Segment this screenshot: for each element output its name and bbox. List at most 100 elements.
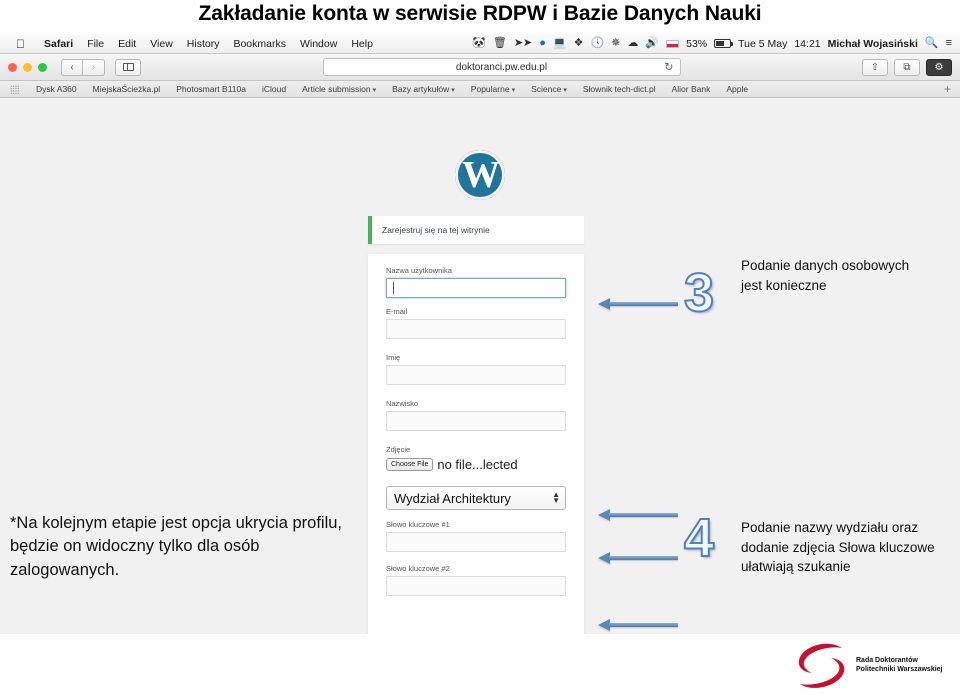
lastname-input[interactable] (386, 411, 566, 431)
bookmark-icloud[interactable]: iCloud (254, 84, 294, 94)
left-side-note: *Na kolejnym etapie jest opcja ukrycia p… (10, 512, 362, 582)
fast-forward-icon[interactable]: ➤➤ (514, 38, 532, 49)
bookmark-photosmart[interactable]: Photosmart B110a (168, 84, 254, 94)
bookmark-dysk-a360[interactable]: Dysk A360 (28, 84, 85, 94)
chevron-down-icon: ▼ (552, 496, 560, 505)
keyword-1-input[interactable] (386, 532, 566, 552)
field-photo: Zdjęcie Choose File no file...lected (386, 445, 566, 472)
wordpress-logo: W (455, 150, 505, 200)
back-button[interactable]: ‹ (61, 58, 83, 76)
menu-item-bookmarks[interactable]: Bookmarks (226, 38, 293, 50)
sidebar-toggle-button[interactable] (115, 58, 141, 76)
bookmark-label: Bazy artykułów (392, 84, 450, 94)
shredder-icon[interactable]: 🗑 (493, 38, 507, 49)
keyword-2-input[interactable] (386, 576, 566, 596)
bookmark-label: Popularne (470, 84, 510, 94)
email-input[interactable] (386, 319, 566, 339)
window-controls[interactable] (0, 62, 47, 72)
field-keyword-1: Słowo kluczowe #1 (386, 520, 566, 552)
faculty-select[interactable]: Wydział Architektury ▲ ▼ (386, 486, 566, 510)
reload-icon[interactable]: ↻ (664, 61, 673, 74)
arrow-shaft (609, 513, 678, 517)
bookmark-label: Science (531, 84, 562, 94)
menubar-user-name[interactable]: Michał Wojasiński (828, 38, 918, 50)
field-label: E-mail (386, 307, 408, 316)
step-number-4: 4 (683, 508, 715, 568)
minimize-window-button[interactable] (23, 62, 32, 72)
arrow-shaft (609, 556, 678, 560)
field-lastname: Nazwisko (386, 399, 566, 431)
bookmark-article-submission[interactable]: Article submission ▾ (294, 84, 384, 94)
bookmark-miejskasciezka[interactable]: MiejskaŚcieżka.pl (85, 84, 169, 94)
menu-item-edit[interactable]: Edit (111, 38, 143, 50)
bookmark-science[interactable]: Science ▾ (523, 84, 575, 94)
username-input[interactable] (386, 278, 566, 298)
annotation-arrow-3 (598, 298, 678, 310)
apple-icon[interactable]:  (16, 38, 25, 50)
menu-item-file[interactable]: File (80, 38, 111, 50)
blue-circle-icon[interactable]: ● (539, 38, 546, 49)
forward-button[interactable]: › (83, 58, 105, 76)
arrow-shaft (609, 302, 678, 306)
maximize-window-button[interactable] (38, 62, 47, 72)
menu-item-help[interactable]: Help (344, 38, 380, 50)
bookmark-bazy-artykulow[interactable]: Bazy artykułów ▾ (384, 84, 463, 94)
field-label: Nazwisko (386, 399, 419, 408)
chevron-down-icon: ▾ (511, 87, 516, 94)
arrow-shaft (609, 623, 678, 627)
polish-flag-icon[interactable] (666, 39, 680, 48)
search-icon[interactable]: 🔍 (925, 38, 939, 49)
evernote-icon[interactable]: 🐼 (472, 38, 486, 49)
faculty-selected-value: Wydział Architektury (394, 490, 511, 506)
bookmark-popularne[interactable]: Popularne ▾ (463, 84, 523, 94)
slide-root: Zakładanie konta w serwisie RDPW i Bazie… (0, 0, 960, 699)
menu-item-view[interactable]: View (143, 38, 180, 50)
notification-center-icon[interactable]: ≡ (946, 38, 952, 49)
footer-logo: Rada Doktorantów Politechniki Warszawski… (790, 640, 955, 695)
close-window-button[interactable] (8, 62, 17, 72)
file-status-text: no file...lected (437, 457, 518, 472)
bookmark-apple[interactable]: Apple (718, 84, 756, 94)
bookmark-alior-bank[interactable]: Alior Bank (664, 84, 719, 94)
add-bookmark-icon[interactable]: + (944, 82, 960, 96)
photo-label: Zdjęcie (386, 445, 411, 454)
annotation-arrow-4c (598, 619, 678, 631)
choose-file-button[interactable]: Choose File (386, 458, 434, 471)
chevron-down-icon: ▾ (372, 87, 377, 94)
field-keyword-2: Słowo kluczowe #2 (386, 564, 566, 596)
toolbar-right-buttons: ⇧ ⧉ ⚙ (862, 58, 960, 76)
bookmark-label: Article submission (302, 84, 371, 94)
wifi-icon[interactable]: ☁ (627, 38, 638, 49)
airplay-icon[interactable]: 💻 (553, 38, 567, 49)
settings-button[interactable]: ⚙ (926, 58, 952, 76)
menu-item-history[interactable]: History (180, 38, 227, 50)
step-3-description: Podanie danych osobowych jest konieczne (741, 256, 931, 295)
show-tabs-button[interactable]: ⧉ (894, 58, 920, 76)
share-button[interactable]: ⇧ (862, 58, 888, 76)
file-input-row[interactable]: Choose File no file...lected (386, 457, 566, 472)
clock-icon[interactable]: 🕔 (590, 38, 604, 49)
navigation-buttons: ‹ › (61, 58, 105, 76)
field-label: Słowo kluczowe #1 (386, 520, 450, 529)
annotation-arrow-4a (598, 509, 678, 521)
step-number-3: 3 (683, 263, 715, 323)
bookmark-slownik-tech-dict[interactable]: Słownik tech-dict.pl (575, 84, 664, 94)
field-label: Słowo kluczowe #2 (386, 564, 450, 573)
firstname-input[interactable] (386, 365, 566, 385)
field-label: Imię (386, 353, 401, 362)
rada-doktorantow-logo-icon (798, 643, 845, 688)
menubar-date: Tue 5 May (738, 37, 788, 50)
apps-grid-icon[interactable] (10, 84, 19, 94)
menu-item-window[interactable]: Window (293, 38, 344, 50)
bluetooth-icon[interactable]: ✵ (611, 38, 620, 49)
field-firstname: Imię (386, 353, 566, 385)
field-email: E-mail (386, 307, 566, 339)
field-label: Nazwa użytkownika (386, 266, 452, 275)
volume-icon[interactable]: 🔊 (645, 38, 659, 49)
registration-form: Nazwa użytkownika E-mail Imię Nazwisko Z (368, 254, 584, 634)
dropbox-icon[interactable]: ❖ (574, 38, 584, 49)
macos-menubar:  Safari File Edit View History Bookmark… (0, 34, 960, 54)
address-bar[interactable]: doktoranci.pw.edu.pl ↻ (322, 58, 681, 76)
step-4-text: Podanie nazwy wydziału oraz dodanie zdję… (741, 520, 935, 575)
menu-item-safari[interactable]: Safari (37, 38, 80, 50)
